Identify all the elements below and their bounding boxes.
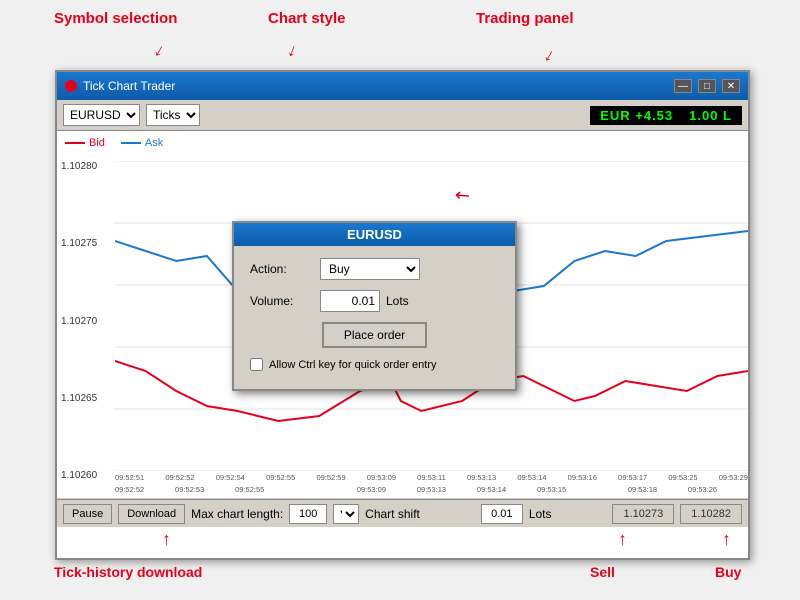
max-chart-length-select[interactable]: ▼: [333, 504, 359, 524]
x-labels-row1: 09:52:51 09:52:52 09:52:54 09:52:55 09:5…: [115, 473, 748, 482]
symbol-selection-label: Symbol selection: [54, 10, 177, 27]
chart-style-select[interactable]: Ticks Line Bar: [146, 104, 200, 126]
minimize-button[interactable]: —: [674, 79, 692, 93]
pause-button[interactable]: Pause: [63, 504, 112, 524]
sell-price: 1.10273: [623, 508, 663, 520]
action-select[interactable]: Buy Sell: [320, 258, 420, 280]
trading-panel-label: Trading panel: [476, 10, 574, 27]
download-arrow-icon: ↑: [162, 529, 171, 550]
toolbar: EURUSD GBPUSD USDJPY Ticks Line Bar EUR …: [57, 100, 748, 131]
bid-line-icon: [65, 142, 85, 144]
max-chart-length-label: Max chart length:: [191, 507, 283, 521]
buy-button[interactable]: 1.10282: [680, 504, 742, 524]
trading-panel-display: EUR +4.53 1.00 L: [590, 106, 742, 125]
sell-annotation-label: Sell: [590, 564, 615, 580]
window-icon: [65, 80, 77, 92]
lot-display: 1.00 L: [689, 108, 732, 123]
ask-line-icon: [121, 142, 141, 144]
chart-style-arrow-icon: ↓: [285, 39, 301, 62]
chart-legend: Bid Ask: [65, 137, 163, 149]
place-order-button[interactable]: Place order: [322, 322, 427, 348]
modal-title: EURUSD: [234, 223, 515, 246]
volume-label: Volume:: [250, 294, 320, 308]
lot-size-input[interactable]: [481, 504, 523, 524]
ctrl-key-checkbox[interactable]: [250, 358, 263, 371]
bottom-lots-label: Lots: [529, 507, 552, 521]
tick-history-label: Tick-history download: [54, 564, 202, 580]
legend-bid: Bid: [65, 137, 105, 149]
action-row: Action: Buy Sell: [250, 258, 499, 280]
chart-style-label: Chart style: [268, 10, 346, 27]
x-labels-row2: 09:52:52 09:52:53 09:52:55 09:53:09 09:5…: [115, 485, 748, 494]
legend-ask: Ask: [121, 137, 163, 149]
buy-price: 1.10282: [691, 508, 731, 520]
checkbox-row: Allow Ctrl key for quick order entry: [250, 358, 499, 377]
pnl-display: EUR +4.53: [600, 108, 673, 123]
lots-label: Lots: [386, 294, 409, 308]
buy-arrow-icon: ↑: [722, 529, 731, 550]
window-controls: — □ ✕: [674, 79, 740, 93]
chart-area: Bid Ask 1.10280 1.10275 1.10270: [57, 131, 748, 499]
action-label: Action:: [250, 262, 320, 276]
volume-row: Volume: Lots: [250, 290, 499, 312]
bottom-bar: Pause Download Max chart length: ▼ Chart…: [57, 499, 748, 527]
symbol-select[interactable]: EURUSD GBPUSD USDJPY: [63, 104, 140, 126]
maximize-button[interactable]: □: [698, 79, 716, 93]
main-window: Tick Chart Trader — □ ✕ EURUSD GBPUSD US…: [55, 70, 750, 560]
trading-modal: EURUSD Action: Buy Sell Volume: Lots: [232, 221, 517, 391]
buy-annotation-label: Buy: [715, 564, 741, 580]
titlebar: Tick Chart Trader — □ ✕: [57, 72, 748, 100]
download-button[interactable]: Download: [118, 504, 185, 524]
window-title: Tick Chart Trader: [83, 79, 674, 93]
sell-button[interactable]: 1.10273: [612, 504, 674, 524]
chart-y-labels: 1.10280 1.10275 1.10270 1.10265 1.10260: [57, 161, 117, 481]
ctrl-key-label: Allow Ctrl key for quick order entry: [269, 359, 437, 371]
modal-body: Action: Buy Sell Volume: Lots Place orde…: [234, 246, 515, 389]
trading-panel-arrow-icon: ↓: [540, 44, 558, 67]
max-chart-length-input[interactable]: [289, 504, 327, 524]
volume-input[interactable]: [320, 290, 380, 312]
chart-shift-label: Chart shift: [365, 507, 420, 521]
symbol-arrow-icon: ↓: [150, 39, 168, 62]
sell-arrow-icon: ↑: [618, 529, 627, 550]
close-button[interactable]: ✕: [722, 79, 740, 93]
